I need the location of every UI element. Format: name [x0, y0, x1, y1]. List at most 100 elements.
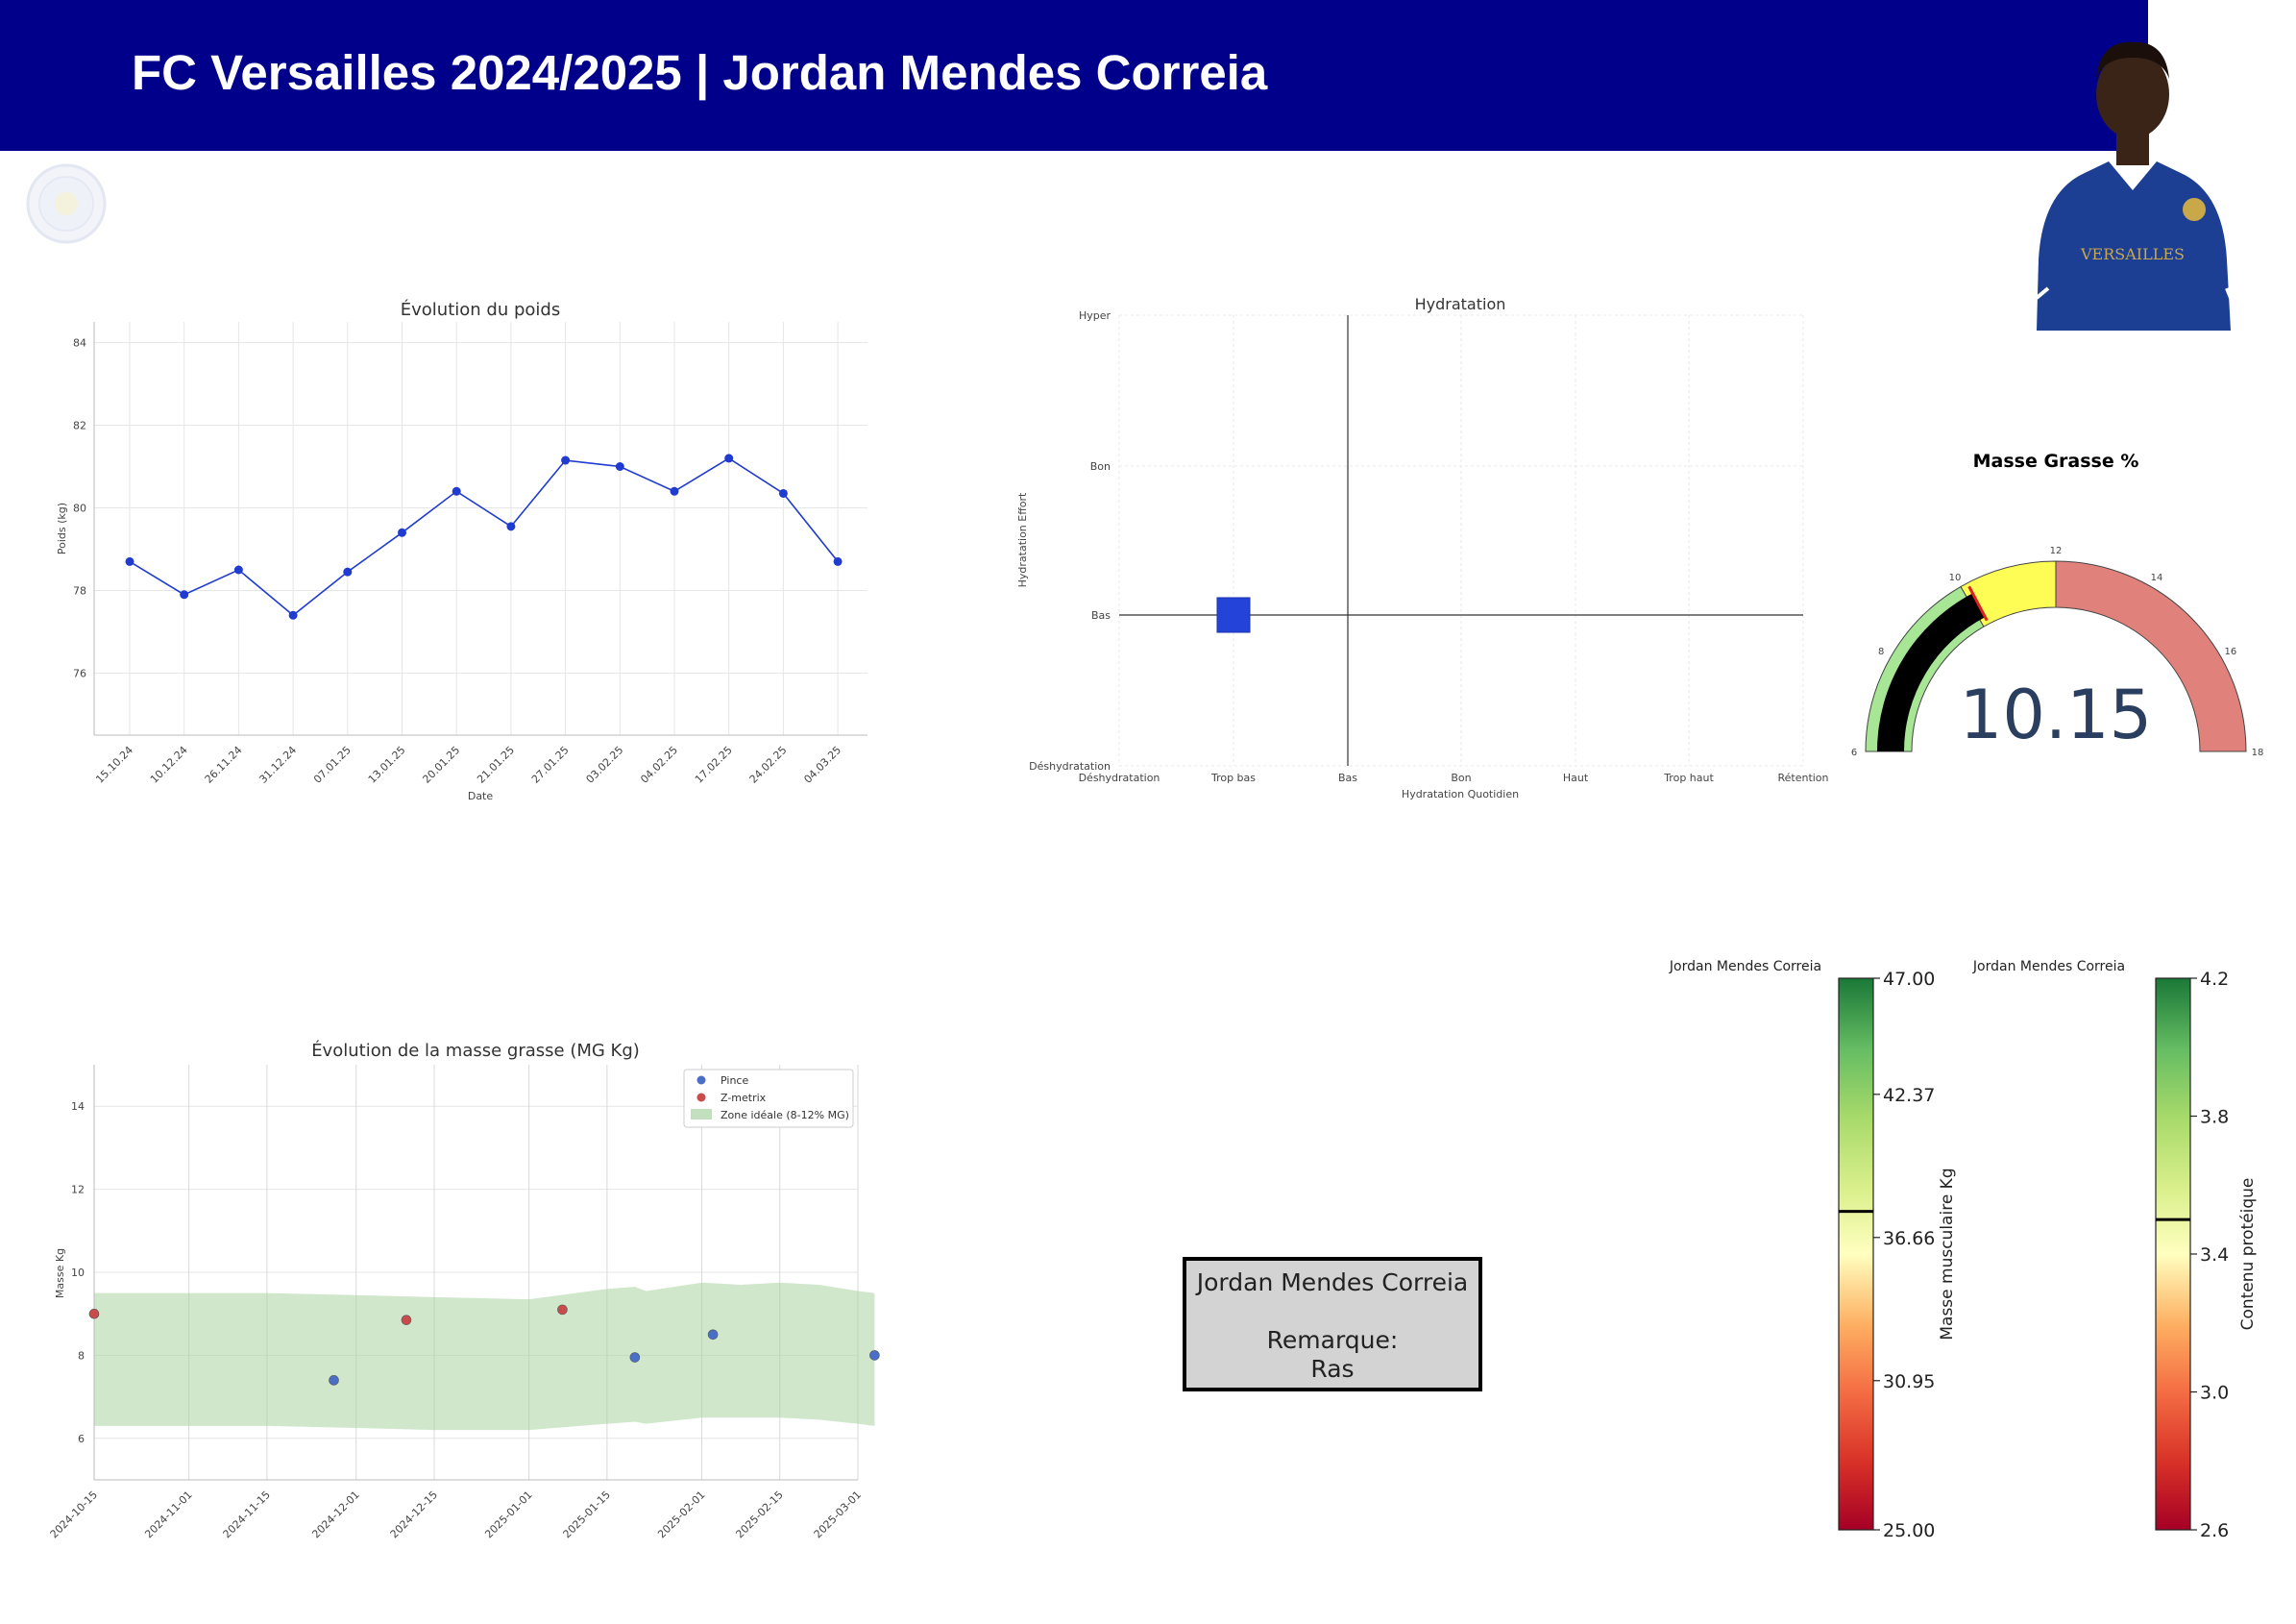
- colorbar-tick: 4.2: [2200, 969, 2229, 990]
- gauge-band: [1865, 585, 1985, 752]
- club-logo: [26, 163, 107, 244]
- weight-xtick: 10.12.24: [148, 744, 190, 786]
- colorbar-title: Jordan Mendes Correia: [1669, 959, 1821, 974]
- weight-xtick: 21.01.25: [475, 744, 517, 786]
- gauge-tick: 14: [2151, 573, 2163, 583]
- hydration-marker: [1216, 597, 1251, 633]
- weight-xtick: 15.10.24: [93, 744, 135, 786]
- colorbar-label: Masse musculaire Kg: [1938, 1168, 1957, 1340]
- hydration-ytick: Hyper: [1079, 309, 1111, 322]
- gauge-tick: 12: [2050, 546, 2063, 556]
- weight-xtick: 03.02.25: [584, 744, 626, 786]
- hydration-xtick: Bon: [1451, 772, 1471, 784]
- weight-point: [233, 565, 243, 575]
- gauge-tick: 6: [1851, 748, 1857, 758]
- weight-xtick: 20.01.25: [420, 744, 462, 786]
- weight-point: [125, 556, 134, 566]
- fat-mass-ytick: 10: [71, 1267, 85, 1279]
- gauge-tick: 8: [1878, 647, 1884, 657]
- hydration-ytick: Bon: [1090, 460, 1111, 473]
- weight-chart: Évolution du poids 76 78 80 82 84 15.10.24 10.1…: [56, 299, 867, 802]
- gauge-value-bar: [1877, 593, 1986, 751]
- page-title: FC Versailles 2024/2025 | Jordan Mendes …: [132, 45, 1268, 100]
- weight-point: [506, 522, 516, 531]
- gauge-threshold: [1967, 585, 1989, 622]
- fat-mass-point-pince: [329, 1375, 339, 1386]
- weight-xtick: 04.03.25: [801, 744, 843, 786]
- fat-mass-xtick: 2025-01-15: [561, 1489, 613, 1540]
- fat-mass-point-z-metrix: [401, 1315, 412, 1325]
- weight-xtick: 13.01.25: [366, 744, 408, 786]
- legend-zmetrix-label: Z-metrix: [721, 1092, 767, 1104]
- gauge-tick: 10: [1949, 573, 1962, 583]
- colorbar-gradient: [1838, 977, 1874, 1531]
- fat-mass-ytick: 6: [78, 1433, 85, 1445]
- fat-mass-legend: [683, 1069, 854, 1128]
- weight-point: [452, 486, 461, 496]
- svg-text:VERSAILLES: VERSAILLES: [2080, 245, 2185, 263]
- weight-xtick: 27.01.25: [529, 744, 572, 786]
- colorbar-label: Contenu protéique: [2238, 1178, 2258, 1331]
- colorbar-tick: 42.37: [1883, 1085, 1935, 1106]
- remark-box: Jordan Mendes Correia Remarque: Ras: [1183, 1257, 1482, 1391]
- legend-pince-marker: [696, 1075, 706, 1085]
- gauge-band: [2055, 560, 2247, 752]
- colorbar-gradient: [2155, 977, 2191, 1531]
- weight-xtick: 26.11.24: [203, 744, 245, 786]
- weight-point: [398, 528, 406, 537]
- weight-xlabel: Date: [468, 790, 494, 802]
- fat-mass-point-pince: [869, 1350, 880, 1361]
- colorbar-tick: 3.4: [2200, 1244, 2229, 1266]
- weight-ytick: 82: [73, 420, 86, 432]
- legend-pince-label: Pince: [721, 1074, 748, 1087]
- hydration-xtick: Rétention: [1777, 772, 1828, 784]
- legend-zone-marker: [691, 1109, 712, 1120]
- weight-ytick: 84: [73, 337, 86, 350]
- weight-point: [343, 567, 353, 577]
- fat-mass-point-z-metrix: [557, 1304, 568, 1316]
- fat-mass-xtick: 2025-02-15: [733, 1489, 785, 1540]
- colorbar-tick: 25.00: [1883, 1520, 1935, 1541]
- remark-player-name: Jordan Mendes Correia: [1196, 1268, 1469, 1296]
- colorbar-title: Jordan Mendes Correia: [1972, 959, 2125, 974]
- weight-series-line: [129, 456, 839, 617]
- hydration-xtick: Bas: [1338, 772, 1357, 784]
- hydration-ytick: Déshydratation: [1029, 760, 1111, 773]
- weight-ytick: 78: [73, 585, 86, 598]
- hydration-title: Hydratation: [1415, 295, 1506, 313]
- fat-mass-xtick: 2024-11-01: [142, 1489, 194, 1540]
- remark-text: Ras: [1310, 1355, 1355, 1383]
- weight-ytick: 80: [73, 503, 86, 515]
- colorbar-tick: 30.95: [1883, 1371, 1935, 1392]
- fat-mass-ytick: 12: [71, 1184, 85, 1196]
- colorbar-tick: 3.0: [2200, 1383, 2229, 1404]
- weight-ylabel: Poids (kg): [56, 503, 68, 554]
- hydration-xlabel: Hydratation Quotidien: [1402, 788, 1519, 800]
- weight-xtick: 24.02.25: [747, 744, 790, 786]
- fat-mass-xtick: 2025-01-01: [482, 1489, 534, 1540]
- weight-point: [670, 486, 679, 496]
- colorbar-tick: 47.00: [1883, 969, 1935, 990]
- weight-point: [288, 610, 298, 620]
- weight-xtick: 04.02.25: [638, 744, 680, 786]
- weight-point: [615, 462, 624, 471]
- hydration-chart: Hydratation Déshydratation Trop bas Bas Bon H…: [1016, 295, 1829, 800]
- legend-zone-label: Zone idéale (8-12% MG): [721, 1109, 849, 1121]
- remark-label: Remarque:: [1266, 1326, 1399, 1354]
- fat-mass-gauge: Masse Grasse % 6 8 10 12 14 16 18 10.15: [1851, 451, 2264, 758]
- fat-mass-xtick: 2024-11-15: [221, 1489, 273, 1540]
- fat-mass-xtick: 2024-10-15: [48, 1489, 100, 1540]
- colorbars: Jordan Mendes Correia 25.00 30.95 36.66 42.3…: [1669, 959, 2258, 1541]
- weight-point: [833, 556, 843, 566]
- gauge-tick: 16: [2224, 647, 2236, 657]
- fat-mass-xtick: 2024-12-01: [309, 1489, 361, 1540]
- fat-mass-xtick: 2025-02-01: [655, 1489, 707, 1540]
- fat-mass-ideal-zone: [94, 1282, 875, 1431]
- fat-mass-xtick: 2024-12-15: [388, 1489, 440, 1540]
- fat-mass-point-z-metrix: [88, 1308, 100, 1319]
- colorbar-tick: 2.6: [2200, 1520, 2229, 1541]
- weight-point: [778, 488, 788, 498]
- weight-chart-title: Évolution du poids: [401, 299, 560, 320]
- weight-point: [180, 590, 189, 600]
- weight-point: [561, 455, 571, 465]
